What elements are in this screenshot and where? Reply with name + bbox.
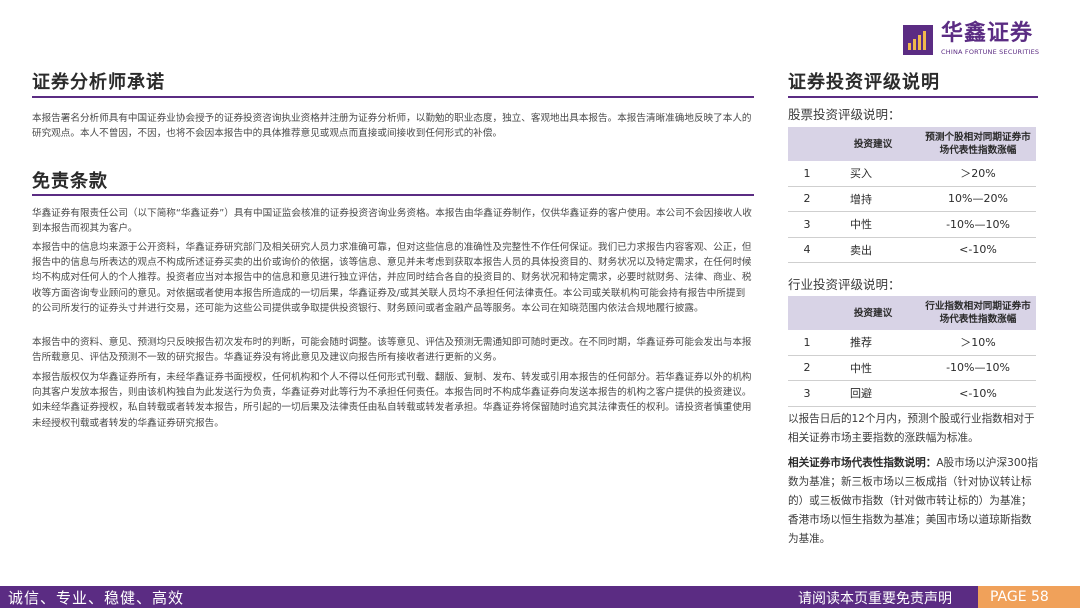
rating-period-note: 以报告日后的12个月内，预测个股或行业指数相对于相关证券市场主要指数的涨跌幅为标… <box>788 413 1035 444</box>
table-cell: 3 <box>788 380 826 407</box>
analyst-commitment-title: 证券分析师承诺 <box>32 72 165 93</box>
logo-name-en: CHINA FORTUNE SECURITIES <box>941 48 1040 56</box>
index-benchmark-note-text: A股市场以沪深300指数为基准；新三板市场以三板成指（针对协议转让标的）或三板做… <box>788 457 1038 545</box>
index-benchmark-note: 相关证券市场代表性指数说明：A股市场以沪深300指数为基准；新三板市场以三板成指… <box>788 454 1040 549</box>
table-row: 3 中性 -10%—10% <box>788 211 1036 238</box>
disclaimer-title-divider <box>32 194 754 196</box>
table-cell: 回避 <box>826 380 920 407</box>
analyst-title-divider <box>32 96 754 98</box>
page-number-badge: PAGE 58 <box>978 586 1080 608</box>
logo-name-cn: 华鑫证券 <box>941 21 1034 46</box>
table-cell: 3 <box>788 211 826 238</box>
table-row: 1 推荐 ＞10% <box>788 330 1036 356</box>
industry-header-advice: 投资建议 <box>826 296 920 330</box>
table-cell: 中性 <box>826 355 920 381</box>
logo-mark-icon <box>903 24 933 55</box>
table-cell: 1 <box>788 330 826 356</box>
table-cell: 增持 <box>826 186 920 212</box>
stock-table-header: 投资建议 预测个股相对同期证券市场代表性指数涨幅 <box>788 127 1036 161</box>
table-cell: ＞10% <box>920 330 1036 356</box>
table-cell: <-10% <box>920 380 1036 407</box>
index-benchmark-note-label: 相关证券市场代表性指数说明： <box>788 457 937 469</box>
rating-title-divider <box>788 96 1038 98</box>
table-cell: -10%—10% <box>920 355 1036 381</box>
table-cell: ＞20% <box>920 161 1036 187</box>
footer-bar: 诚信、专业、稳健、高效 请阅读本页重要免责声明 PAGE 58 <box>0 586 1080 608</box>
table-cell: <-10% <box>920 237 1036 263</box>
industry-rating-table: 投资建议 行业指数相对同期证券市场代表性指数涨幅 1 推荐 ＞10% 2 中性 … <box>788 296 1036 407</box>
table-cell: 10%—20% <box>920 186 1036 212</box>
stock-rating-table: 投资建议 预测个股相对同期证券市场代表性指数涨幅 1 买入 ＞20% 2 增持 … <box>788 127 1036 263</box>
table-cell: -10%—10% <box>920 211 1036 238</box>
industry-table-header: 投资建议 行业指数相对同期证券市场代表性指数涨幅 <box>788 296 1036 330</box>
stock-rating-label: 股票投资评级说明： <box>788 107 901 122</box>
table-cell: 卖出 <box>826 237 920 263</box>
table-cell: 买入 <box>826 161 920 187</box>
stock-header-index <box>788 127 826 161</box>
table-row: 1 买入 ＞20% <box>788 161 1036 187</box>
footer-slogan: 诚信、专业、稳健、高效 <box>8 589 185 607</box>
rating-title: 证券投资评级说明 <box>788 72 940 93</box>
disclaimer-paragraph-4: 本报告版权仅为华鑫证券所有，未经华鑫证券书面授权，任何机构和个人不得以任何形式刊… <box>32 372 752 429</box>
analyst-commitment-text: 本报告署名分析师具有中国证券业协会授予的证券投资咨询执业资格并注册为证券分析师，… <box>32 113 752 140</box>
disclaimer-title: 免责条款 <box>32 171 108 192</box>
stock-header-advice: 投资建议 <box>826 127 920 161</box>
table-row: 4 卖出 <-10% <box>788 237 1036 263</box>
table-cell: 4 <box>788 237 826 263</box>
disclaimer-paragraph-1: 华鑫证券有限责任公司（以下简称“华鑫证券”）具有中国证监会核准的证券投资咨询业务… <box>32 208 752 235</box>
table-row: 2 中性 -10%—10% <box>788 355 1036 381</box>
table-row: 2 增持 10%—20% <box>788 186 1036 212</box>
stock-header-range: 预测个股相对同期证券市场代表性指数涨幅 <box>920 127 1036 161</box>
table-row: 3 回避 <-10% <box>788 380 1036 407</box>
industry-rating-label: 行业投资评级说明： <box>788 277 901 292</box>
company-logo: 华鑫证券 CHINA FORTUNE SECURITIES <box>903 22 1039 57</box>
disclaimer-paragraph-2: 本报告中的信息均来源于公开资料，华鑫证券研究部门及相关研究人员力求准确可靠，但对… <box>32 242 752 314</box>
footer-disclaimer-notice: 请阅读本页重要免责声明 <box>798 591 952 607</box>
table-cell: 2 <box>788 355 826 381</box>
disclaimer-paragraph-3: 本报告中的资料、意见、预测均只反映报告初次发布时的判断，可能会随时调整。该等意见… <box>32 337 752 364</box>
table-cell: 2 <box>788 186 826 212</box>
industry-header-index <box>788 296 826 330</box>
table-cell: 推荐 <box>826 330 920 356</box>
table-cell: 1 <box>788 161 826 187</box>
industry-header-range: 行业指数相对同期证券市场代表性指数涨幅 <box>920 296 1036 330</box>
table-cell: 中性 <box>826 211 920 238</box>
